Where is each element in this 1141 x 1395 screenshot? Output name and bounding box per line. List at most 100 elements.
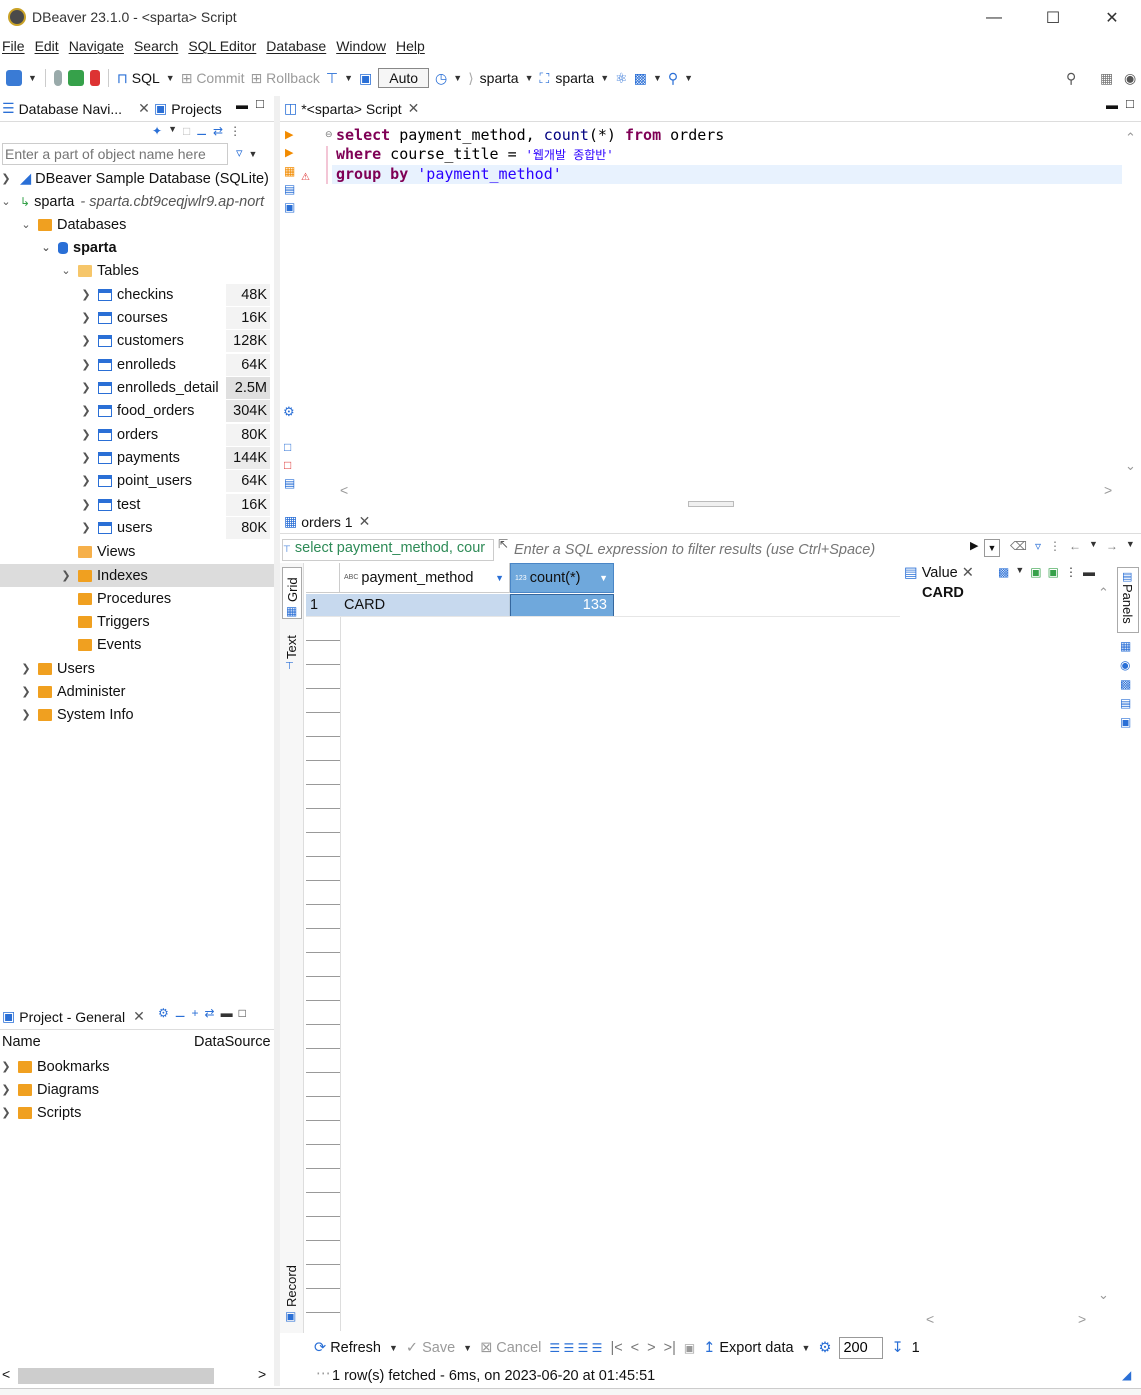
chevron-down-icon[interactable]: ▼ — [1089, 539, 1098, 553]
chevron-right-icon[interactable]: > — [258, 1366, 266, 1382]
menu-window[interactable]: Window — [336, 38, 386, 60]
expand-icon[interactable]: + — [192, 1006, 199, 1020]
menu-edit[interactable]: Edit — [35, 38, 59, 60]
chevron-down-icon[interactable]: ▼ — [525, 73, 534, 83]
text-tab[interactable]: Text ⊤ — [282, 629, 302, 677]
commit-button[interactable]: ⊞ Commit — [181, 70, 245, 87]
close-icon[interactable]: ✕ — [408, 100, 420, 117]
scroll-right-icon[interactable]: > — [1104, 482, 1112, 498]
scroll-down-icon[interactable]: ⌄ — [1098, 1287, 1109, 1303]
previous-page-icon[interactable]: < — [631, 1340, 639, 1356]
gear-icon[interactable]: ⚙ — [283, 404, 295, 420]
chevron-right-icon[interactable]: ❯ — [80, 428, 92, 441]
filter-icon[interactable]: ▿ — [1035, 539, 1041, 553]
chevron-right-icon[interactable]: ❯ — [80, 498, 92, 511]
scroll-up-icon[interactable]: ⌃ — [1098, 585, 1109, 601]
tab-projects[interactable]: ▣ Projects — [154, 100, 222, 117]
erase-icon[interactable]: ⌫ — [1010, 539, 1027, 553]
code-line-1[interactable]: select payment_method, count(*) from ord… — [336, 126, 724, 145]
tree-item-sample-db[interactable]: ❯ ◢ DBeaver Sample Database (SQLite) — [0, 167, 269, 190]
chevron-right-icon[interactable]: ❯ — [80, 311, 92, 324]
new-connection-icon[interactable] — [6, 70, 22, 86]
find-icon[interactable]: ⚲ — [668, 70, 678, 87]
load-plan-icon[interactable]: ▤ — [284, 182, 295, 196]
project-horizontal-scrollbar[interactable]: < > — [0, 1366, 274, 1386]
sql-editor-button[interactable]: ⊓ SQL — [117, 70, 160, 87]
tree-item-procedures[interactable]: Procedures — [72, 587, 171, 610]
lock-icon[interactable]: ▣ — [359, 70, 372, 87]
tree-item-table[interactable]: ❯ test 16K — [80, 493, 274, 516]
content-viewer-icon[interactable]: ▩ — [998, 565, 1009, 579]
fetch-size-input[interactable] — [839, 1337, 884, 1359]
code-line-2[interactable]: where course_title = '웹개발 종합반' — [336, 145, 614, 164]
fetch-next-icon[interactable]: ↧ — [891, 1340, 903, 1356]
column-header-payment-method[interactable]: ABC payment_method ▼ — [340, 563, 510, 593]
chevron-down-icon[interactable]: ⌄ — [60, 264, 72, 277]
scroll-left-icon[interactable]: < — [340, 482, 348, 498]
execute-statement-icon[interactable]: ▶ — [285, 128, 293, 141]
transaction-mode-icon[interactable]: ⊤ — [326, 70, 338, 87]
chevron-down-icon[interactable]: ▼ — [600, 73, 609, 83]
minimize-panel-icon[interactable]: ▬ — [221, 1006, 233, 1020]
chevron-right-icon[interactable]: ❯ — [60, 569, 72, 582]
close-icon[interactable]: ✕ — [133, 1008, 145, 1025]
close-icon[interactable]: ✕ — [138, 100, 150, 117]
cell-payment-method[interactable]: CARD — [340, 594, 510, 617]
chevron-right-icon[interactable]: ❯ — [20, 685, 32, 698]
tree-item-administer[interactable]: ❯ Administer — [20, 680, 125, 703]
dashboard-icon[interactable]: ⚛ — [615, 70, 628, 87]
tree-item-tables[interactable]: ⌄ Tables — [60, 259, 139, 282]
more-options-icon[interactable]: ⋮ — [1065, 565, 1077, 579]
more-options-icon[interactable]: ⋮ — [1049, 539, 1061, 553]
new-folder-icon[interactable]: □ — [183, 124, 190, 138]
record-tab[interactable]: Record ▣ — [282, 1261, 302, 1327]
open-script-icon[interactable]: □ — [284, 458, 291, 472]
scroll-down-icon[interactable]: ⌄ — [1125, 458, 1136, 474]
expand-filter-icon[interactable]: ⇱ — [498, 537, 508, 551]
filter-expression-input[interactable] — [514, 539, 984, 561]
chevron-down-icon[interactable]: ▼ — [168, 124, 177, 138]
next-page-icon[interactable]: > — [647, 1340, 655, 1356]
menu-navigate[interactable]: Navigate — [69, 38, 124, 60]
chevron-right-icon[interactable]: ❯ — [80, 451, 92, 464]
chevron-right-icon[interactable]: ❯ — [80, 381, 92, 394]
explain-plan-icon[interactable]: ▦ — [284, 164, 295, 178]
chevron-right-icon[interactable]: ❯ — [80, 404, 92, 417]
invalidate-icon[interactable] — [67, 70, 84, 86]
tree-item-views[interactable]: Views — [72, 540, 135, 563]
scrollbar-thumb[interactable] — [18, 1368, 214, 1384]
first-page-icon[interactable]: |< — [610, 1340, 622, 1356]
cell-count[interactable]: 133 — [510, 594, 614, 617]
tree-item-table[interactable]: ❯ enrolleds_detail 2.5M — [80, 376, 274, 399]
layout-icon[interactable]: ◢ — [1122, 1368, 1131, 1382]
refresh-button[interactable]: ⟳ Refresh — [314, 1340, 381, 1356]
tree-item-sparta-connection[interactable]: ⌄ ↳ sparta - sparta.cbt9ceqjwlr9.ap-nort — [0, 190, 264, 213]
grouping-icon[interactable]: ▤ — [1120, 696, 1131, 710]
link-editor-icon[interactable]: ⇄ — [205, 1006, 215, 1020]
references-icon[interactable]: ▣ — [1120, 715, 1131, 729]
chevron-down-icon[interactable]: ⌄ — [20, 218, 32, 231]
sort-dropdown-icon[interactable]: ▼ — [599, 573, 608, 583]
connect-icon[interactable] — [53, 70, 62, 86]
collapse-all-icon[interactable]: ⚊ — [175, 1006, 186, 1020]
aggregate-icon[interactable]: ◉ — [1120, 658, 1131, 672]
tree-item-events[interactable]: Events — [72, 633, 141, 656]
edit-row-icons[interactable]: ☰ ☰ ☰ ☰ — [549, 1341, 602, 1355]
minimize-panel-icon[interactable]: ▬ — [1083, 565, 1095, 579]
dbeaver-perspective-icon[interactable]: ◉ — [1124, 70, 1136, 87]
scroll-up-icon[interactable]: ⌃ — [1125, 130, 1136, 146]
chevron-right-icon[interactable]: ❯ — [80, 521, 92, 534]
chevron-right-icon[interactable]: ❯ — [20, 662, 32, 675]
sort-dropdown-icon[interactable]: ▼ — [495, 573, 504, 583]
chevron-down-icon[interactable]: ▼ — [802, 1343, 811, 1353]
menu-file[interactable]: File — [2, 38, 25, 60]
apply-filter-icon[interactable]: ▶ — [970, 539, 978, 552]
fold-icon[interactable]: ⊖ — [325, 129, 333, 140]
tree-item-table[interactable]: ❯ customers 128K — [80, 329, 274, 352]
fetch-all-icon[interactable]: ▣ — [684, 1341, 695, 1355]
execute-script-icon[interactable]: ▶ — [285, 146, 293, 159]
column-name-header[interactable]: Name — [2, 1034, 41, 1050]
tree-item-schema-sparta[interactable]: ⌄ sparta — [40, 236, 116, 259]
history-icon[interactable]: ◷ — [435, 70, 447, 87]
tab-orders-1[interactable]: ▦ orders 1 ✕ — [284, 513, 370, 530]
